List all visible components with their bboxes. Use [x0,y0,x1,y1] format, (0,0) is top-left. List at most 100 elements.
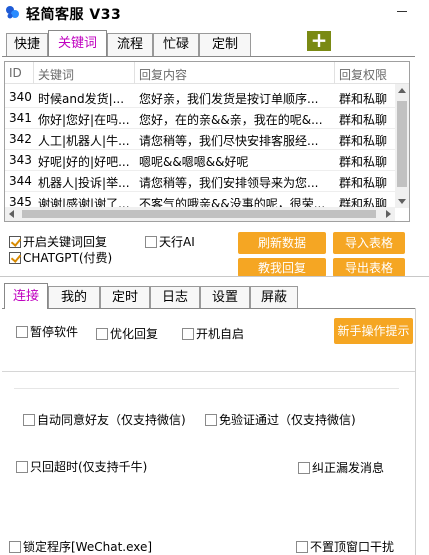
horizontal-scrollbar[interactable] [5,207,395,221]
timeout-only-checkbox[interactable]: 只回超时(仅支持千牛) [16,458,147,475]
cell-id: 340 [9,90,32,104]
tab-busy[interactable]: 忙碌 [153,33,199,56]
export-table-button[interactable]: 导出表格 [333,258,405,277]
column-divider [334,62,335,84]
cell-reply: 您好，在的亲&&亲，我在的呢&... [139,113,323,127]
chatgpt-checkbox[interactable]: CHATGPT(付费) [9,249,112,266]
tab-settings[interactable]: 设置 [200,286,250,309]
cell-id: 344 [9,174,32,188]
import-table-button[interactable]: 导入表格 [333,232,405,254]
autostart-checkbox[interactable]: 开机自启 [182,325,244,342]
tab-panel-border [2,308,415,309]
no-verify-checkbox[interactable]: 免验证通过（仅支持微信) [205,411,356,428]
tab-custom[interactable]: 定制 [199,33,251,56]
column-header-keyword[interactable]: 关键词 [38,66,74,83]
checkbox-empty-icon [16,461,28,473]
pause-software-checkbox[interactable]: 暂停软件 [16,323,78,340]
column-header-reply[interactable]: 回复内容 [139,66,187,83]
cell-reply: 请您稍等，我们安排领导来为您... [139,176,319,190]
tab-log[interactable]: 日志 [150,286,200,309]
checkbox-empty-icon [298,462,310,474]
table-row[interactable]: 343 好呢|好的|好吧... 嗯呢&&嗯嗯&&好呢 群和私聊 [5,150,395,171]
cell-keyword: 人工|机器人|牛... [38,134,130,148]
refresh-data-button[interactable]: 刷新数据 [238,232,326,254]
lock-program-label: 锁定程序[WeChat.exe] [23,540,153,554]
no-topmost-checkbox[interactable]: 不置顶窗口干扰 [296,538,394,555]
vertical-scroll-thumb[interactable] [397,101,407,187]
checkbox-empty-icon [296,541,308,553]
table-row[interactable]: 340 时候and发货|... 您好亲，我们发货是按订单顺序... 群和私聊 [5,87,395,108]
checkbox-empty-icon [205,414,217,426]
keyword-table: ID 关键词 回复内容 回复权限 340 时候and发货|... 您好亲，我们发… [4,61,410,222]
timeout-only-label: 只回超时(仅支持千牛) [30,460,148,474]
app-logo-icon [6,6,19,19]
checkbox-empty-icon [96,328,108,340]
title-bar: 轻简客服 V33 [0,0,429,30]
table-row[interactable]: 344 机器人|投诉|举... 请您稍等，我们安排领导来为您... 群和私聊 [5,171,395,192]
tab-connect[interactable]: 连接 [4,283,48,309]
add-button[interactable]: + [307,30,331,51]
tab-mine[interactable]: 我的 [48,286,100,309]
cell-id: 343 [9,153,32,167]
table-row[interactable]: 341 你好|您好|在吗... 您好，在的亲&&亲，我在的呢&... 群和私聊 [5,108,395,129]
optimize-reply-checkbox[interactable]: 优化回复 [96,325,158,342]
optimize-reply-label: 优化回复 [110,327,159,341]
tab-schedule[interactable]: 定时 [100,286,150,309]
keyword-reply-label: 开启关键词回复 [23,235,108,249]
scroll-up-icon[interactable] [398,88,406,93]
cell-keyword: 机器人|投诉|举... [38,176,130,190]
cell-permission: 群和私聊 [339,176,388,190]
scroll-left-icon[interactable] [9,210,14,218]
column-header-permission[interactable]: 回复权限 [339,66,387,83]
tab-flow[interactable]: 流程 [107,33,153,56]
table-header: ID 关键词 回复内容 回复权限 [5,62,409,84]
vertical-scrollbar[interactable] [395,84,409,208]
auto-accept-friend-checkbox[interactable]: 自动同意好友（仅支持微信) [23,411,186,428]
top-tab-bar: 快捷 关键词 流程 忙碌 定制 [6,30,256,56]
keyword-reply-checkbox[interactable]: 开启关键词回复 [9,233,107,250]
table-row[interactable]: 345 谢谢|感谢|谢了... 不客气的哦亲&&没事的呢，很荣... 群和私聊 [5,192,395,208]
cell-reply: 您好亲，我们发货是按订单顺序... [139,92,319,106]
cell-id: 342 [9,132,32,146]
cell-keyword: 你好|您好|在吗... [38,113,130,127]
column-divider [33,62,34,84]
cell-permission: 群和私聊 [339,113,388,127]
tab-shortcut[interactable]: 快捷 [6,33,48,56]
checkbox-empty-icon [16,326,28,338]
horizontal-scroll-thumb[interactable] [22,210,376,218]
table-row[interactable]: 342 人工|机器人|牛... 请您稍等，我们尽快安排客服经... 群和私聊 [5,129,395,150]
beginner-tips-button[interactable]: 新手操作提示 [334,318,413,344]
minimize-button[interactable] [390,0,420,26]
fix-missed-message-label: 纠正漏发消息 [312,461,385,475]
checkbox-empty-icon [23,414,35,426]
autostart-label: 开机自启 [196,327,245,341]
app-title: 轻简客服 V33 [26,7,122,23]
no-topmost-label: 不置顶窗口干扰 [310,540,395,554]
tab-panel-border [415,308,416,555]
checkbox-empty-icon [182,328,194,340]
tianxing-ai-checkbox[interactable]: 天行AI [145,233,195,250]
checkbox-checked-icon [9,236,21,248]
section-divider [14,388,399,389]
cell-permission: 群和私聊 [339,155,388,169]
cell-permission: 群和私聊 [339,134,388,148]
column-header-id[interactable]: ID [9,66,22,80]
checkbox-empty-icon [145,236,157,248]
section-divider [0,276,429,277]
tab-block[interactable]: 屏蔽 [250,286,298,309]
pause-software-label: 暂停软件 [30,325,79,339]
teach-reply-button[interactable]: 教我回复 [238,258,326,277]
cell-reply: 请您稍等，我们尽快安排客服经... [139,134,319,148]
lock-program-checkbox[interactable]: 锁定程序[WeChat.exe] [9,538,152,555]
scroll-down-icon[interactable] [398,199,406,204]
tab-keywords[interactable]: 关键词 [48,30,107,56]
cell-id: 341 [9,111,32,125]
no-verify-label: 免验证通过（仅支持微信) [219,413,356,427]
bottom-tab-bar: 连接 我的 定时 日志 设置 屏蔽 [0,283,300,309]
auto-accept-friend-label: 自动同意好友（仅支持微信) [37,413,186,427]
cell-reply: 嗯呢&&嗯嗯&&好呢 [139,155,249,169]
scroll-right-icon[interactable] [386,210,391,218]
checkbox-checked-icon [9,252,21,264]
fix-missed-message-checkbox[interactable]: 纠正漏发消息 [298,459,384,476]
checkbox-empty-icon [9,541,21,553]
